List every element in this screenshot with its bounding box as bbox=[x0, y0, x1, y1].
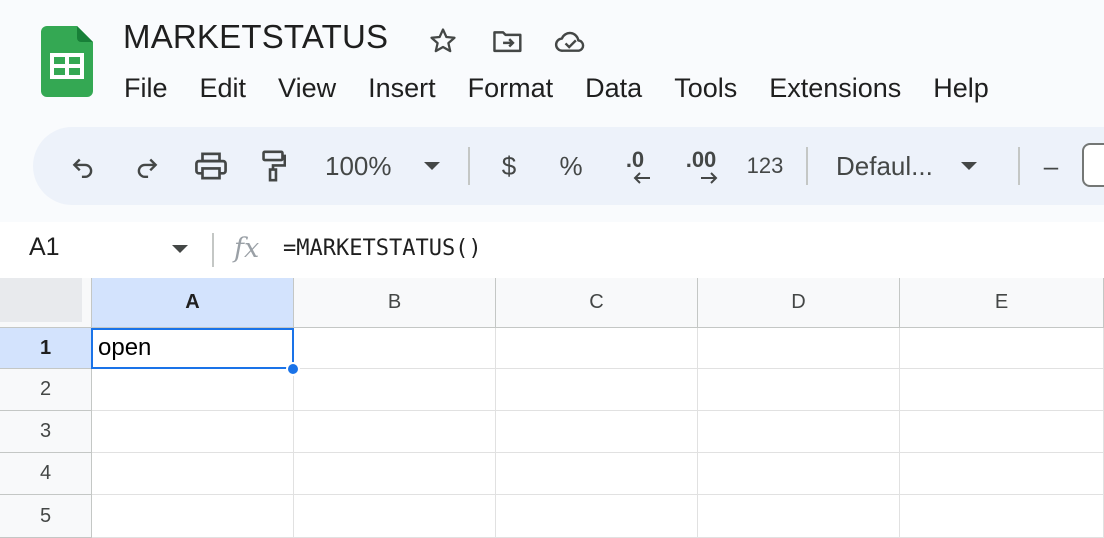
cell-b1[interactable] bbox=[294, 328, 496, 369]
row-header-5[interactable]: 5 bbox=[0, 495, 92, 538]
fill-handle[interactable] bbox=[286, 362, 300, 376]
star-icon[interactable] bbox=[426, 24, 460, 58]
cell-e2[interactable] bbox=[900, 369, 1104, 411]
menu-extensions[interactable]: Extensions bbox=[753, 73, 917, 104]
row-header-1[interactable]: 1 bbox=[0, 328, 92, 369]
decrease-font-size-button[interactable]: – bbox=[1036, 127, 1066, 205]
font-family-select[interactable]: Defaul... bbox=[836, 127, 996, 205]
cell-a5[interactable] bbox=[92, 495, 294, 538]
format-percent-button[interactable]: % bbox=[553, 127, 589, 205]
format-currency-button[interactable]: $ bbox=[491, 127, 527, 205]
toolbar: 100% $ % .0 .00 123 Defaul... – bbox=[33, 127, 1104, 205]
cell-e3[interactable] bbox=[900, 411, 1104, 453]
menu-data[interactable]: Data bbox=[569, 73, 658, 104]
formula-input[interactable]: =MARKETSTATUS() bbox=[283, 236, 482, 261]
cell-c2[interactable] bbox=[496, 369, 698, 411]
row-header-2[interactable]: 2 bbox=[0, 369, 92, 411]
menu-file[interactable]: File bbox=[108, 73, 184, 104]
spreadsheet-grid: A B C D E 1 2 3 4 5 open bbox=[0, 278, 1104, 538]
cell-d1[interactable] bbox=[698, 328, 900, 369]
divider bbox=[212, 233, 214, 267]
cell-d5[interactable] bbox=[698, 495, 900, 538]
column-header-c[interactable]: C bbox=[496, 278, 698, 328]
chevron-down-icon bbox=[960, 162, 977, 170]
menu-edit[interactable]: Edit bbox=[184, 73, 263, 104]
sheets-logo-icon[interactable] bbox=[41, 26, 93, 97]
cell-e5[interactable] bbox=[900, 495, 1104, 538]
document-title[interactable]: MARKETSTATUS bbox=[123, 18, 388, 56]
cell-d2[interactable] bbox=[698, 369, 900, 411]
menu-format[interactable]: Format bbox=[452, 73, 570, 104]
cell-d3[interactable] bbox=[698, 411, 900, 453]
zoom-select[interactable]: 100% bbox=[319, 127, 459, 205]
cell-c5[interactable] bbox=[496, 495, 698, 538]
select-all-corner[interactable] bbox=[0, 278, 92, 328]
cell-e4[interactable] bbox=[900, 453, 1104, 495]
undo-icon[interactable] bbox=[65, 127, 101, 205]
cell-b5[interactable] bbox=[294, 495, 496, 538]
cell-a3[interactable] bbox=[92, 411, 294, 453]
formula-bar bbox=[0, 222, 1104, 278]
paint-format-icon[interactable] bbox=[255, 127, 291, 205]
chevron-down-icon[interactable] bbox=[172, 245, 188, 253]
font-size-input[interactable] bbox=[1082, 143, 1104, 187]
cell-b4[interactable] bbox=[294, 453, 496, 495]
more-formats-button[interactable]: 123 bbox=[743, 127, 787, 205]
cell-b2[interactable] bbox=[294, 369, 496, 411]
column-header-b[interactable]: B bbox=[294, 278, 496, 328]
zoom-value: 100% bbox=[325, 150, 392, 181]
increase-decimal-button[interactable]: .00 bbox=[678, 127, 724, 205]
cell-d4[interactable] bbox=[698, 453, 900, 495]
column-header-d[interactable]: D bbox=[698, 278, 900, 328]
arrow-right-icon bbox=[701, 172, 718, 184]
menu-bar: File Edit View Insert Format Data Tools … bbox=[108, 68, 1005, 108]
print-icon[interactable] bbox=[191, 127, 231, 205]
function-icon: fx bbox=[234, 233, 260, 264]
cell-a4[interactable] bbox=[92, 453, 294, 495]
cell-c1[interactable] bbox=[496, 328, 698, 369]
menu-insert[interactable]: Insert bbox=[352, 73, 452, 104]
column-header-e[interactable]: E bbox=[900, 278, 1104, 328]
cloud-saved-icon[interactable] bbox=[554, 24, 588, 58]
name-box[interactable]: A1 bbox=[29, 233, 60, 262]
cell-e1[interactable] bbox=[900, 328, 1104, 369]
move-to-folder-icon[interactable] bbox=[491, 24, 525, 58]
cell-c4[interactable] bbox=[496, 453, 698, 495]
menu-help[interactable]: Help bbox=[917, 73, 1005, 104]
column-header-a[interactable]: A bbox=[92, 278, 294, 328]
decrease-decimal-button[interactable]: .0 bbox=[613, 127, 657, 205]
cell-a1[interactable]: open bbox=[92, 328, 294, 369]
menu-view[interactable]: View bbox=[262, 73, 352, 104]
row-header-4[interactable]: 4 bbox=[0, 453, 92, 495]
cell-b3[interactable] bbox=[294, 411, 496, 453]
chevron-down-icon bbox=[423, 162, 440, 170]
arrow-left-icon bbox=[633, 172, 650, 184]
menu-tools[interactable]: Tools bbox=[658, 73, 753, 104]
row-header-3[interactable]: 3 bbox=[0, 411, 92, 453]
cell-a2[interactable] bbox=[92, 369, 294, 411]
redo-icon[interactable] bbox=[129, 127, 165, 205]
cell-c3[interactable] bbox=[496, 411, 698, 453]
